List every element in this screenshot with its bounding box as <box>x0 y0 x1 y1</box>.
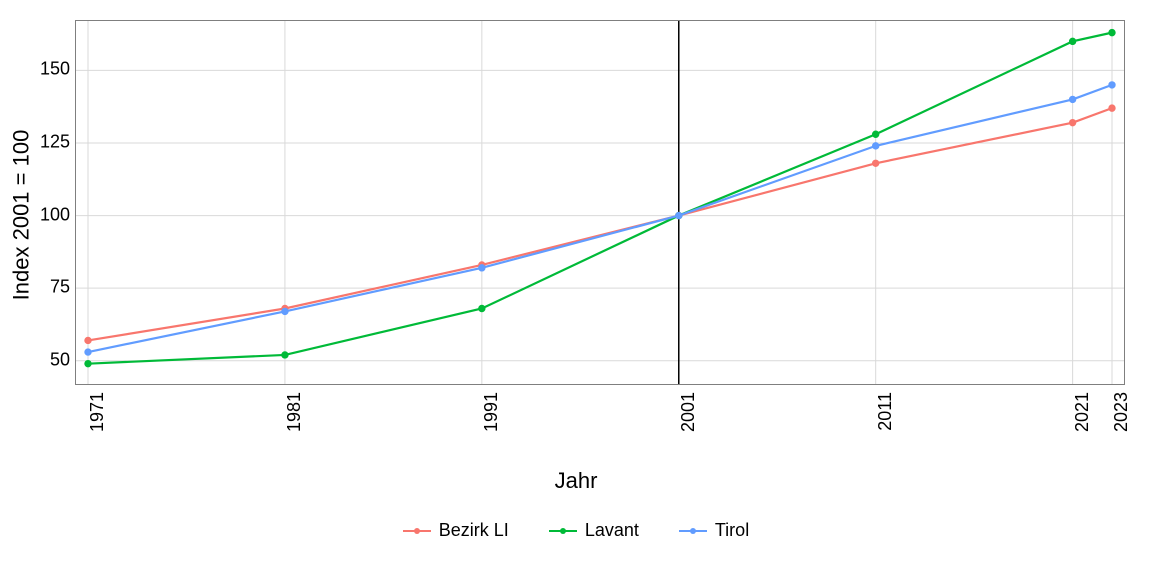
chart-container: Index 2001 = 100 5075100125150 197119811… <box>0 0 1152 576</box>
legend-item: Lavant <box>549 520 639 541</box>
x-tick-label: 2011 <box>875 392 896 431</box>
x-tick-label: 2021 <box>1072 392 1093 432</box>
x-tick-label: 1991 <box>481 392 502 432</box>
x-axis-label: Jahr <box>0 468 1152 494</box>
series-tirol <box>85 82 1115 355</box>
legend-swatch <box>403 530 431 532</box>
x-tick-label: 1981 <box>284 392 305 432</box>
legend-item: Tirol <box>679 520 749 541</box>
x-tick-label: 1971 <box>87 392 108 432</box>
legend-swatch <box>679 530 707 532</box>
y-tick-label: 75 <box>10 277 70 298</box>
series-bezirk-li <box>85 105 1115 343</box>
plot-svg <box>76 21 1124 384</box>
legend-label: Tirol <box>715 520 749 541</box>
y-tick-label: 100 <box>10 204 70 225</box>
legend: Bezirk LI Lavant Tirol <box>0 520 1152 541</box>
gridlines <box>76 21 1124 384</box>
legend-item: Bezirk LI <box>403 520 509 541</box>
y-tick-label: 50 <box>10 349 70 370</box>
x-tick-label: 2001 <box>678 392 699 432</box>
legend-label: Lavant <box>585 520 639 541</box>
x-tick-label: 2023 <box>1111 392 1132 432</box>
plot-area <box>75 20 1125 385</box>
legend-swatch <box>549 530 577 532</box>
y-tick-label: 150 <box>10 59 70 80</box>
legend-label: Bezirk LI <box>439 520 509 541</box>
y-tick-label: 125 <box>10 131 70 152</box>
series-group <box>85 30 1115 367</box>
